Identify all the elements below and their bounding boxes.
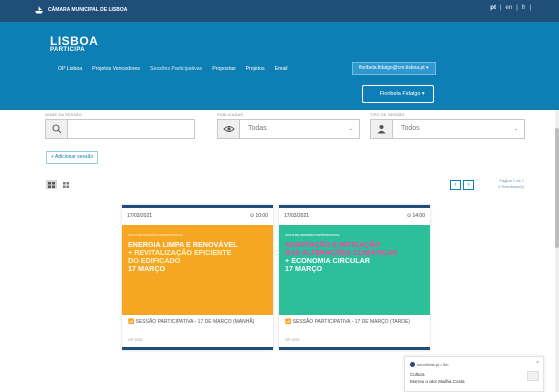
card-tag: OP 2021 bbox=[128, 338, 143, 342]
session-name-field[interactable] bbox=[45, 119, 195, 139]
brand-label: CÂMARA MUNICIPAL DE LISBOA bbox=[48, 7, 128, 13]
banner-series-label: CICLO DE SESSÕES PARTICIPATIVAS bbox=[285, 233, 340, 237]
chevron-down-icon: ⌄ bbox=[348, 126, 353, 132]
previous-page-button[interactable]: ‹ bbox=[450, 180, 461, 190]
nav-projetos-vencedores[interactable]: Projetos Vencedores bbox=[92, 65, 140, 73]
card-title-text: SESSÃO PARTICIPATIVA - 17 DE MARÇO (MANH… bbox=[135, 319, 255, 325]
site-header: LISBOA PARTICIPA OP Lisboa Projetos Venc… bbox=[0, 22, 559, 110]
lang-en[interactable]: en bbox=[506, 5, 513, 11]
user-icon: 👤 bbox=[371, 91, 379, 97]
eye-icon bbox=[218, 120, 240, 138]
session-type-value: Todos bbox=[401, 125, 420, 132]
session-card[interactable]: 17/03/2021 ⊙ 10:00 CICLO DE SESSÕES PART… bbox=[122, 205, 273, 350]
notification-thumbnail bbox=[527, 371, 539, 381]
card-title: 📶 SESSÃO PARTICIPATIVA - 17 DE MARÇO (MA… bbox=[128, 319, 268, 326]
card-bottom-bar bbox=[122, 347, 273, 350]
grid-view-icon[interactable] bbox=[46, 180, 57, 189]
close-icon[interactable]: × bbox=[536, 360, 539, 366]
user-email-menu[interactable]: floribela.fidalgo@cm-lisboa.pt ▾ bbox=[352, 62, 436, 75]
top-bar: CÂMARA MUNICIPAL DE LISBOA pt | en | fr … bbox=[0, 0, 559, 22]
banner-series-label: CICLO DE SESSÕES PARTICIPATIVAS bbox=[128, 233, 183, 237]
language-switcher: pt | en | fr | bbox=[490, 5, 531, 11]
session-card[interactable]: 17/03/2021 ⊙ 14:00 CICLO DE SESSÕES PART… bbox=[279, 205, 430, 350]
nav-email[interactable]: Email bbox=[275, 65, 288, 73]
lang-separator: | bbox=[529, 5, 531, 11]
news-notification[interactable]: sonoticias.pt • 9m Cultura Morreu o ator… bbox=[404, 356, 544, 392]
card-date: 17/03/2021 bbox=[284, 213, 310, 219]
session-type-label: TIPO DE SESSÃO bbox=[370, 113, 405, 117]
lang-fr[interactable]: fr bbox=[522, 5, 526, 11]
user-name-label: Floribela Fidalgo ▾ bbox=[379, 91, 425, 97]
logo-line-1: LISBOA bbox=[50, 34, 99, 48]
card-meta: 17/03/2021 ⊙ 14:00 bbox=[279, 208, 430, 222]
nav-projetos[interactable]: Projetos bbox=[246, 65, 265, 73]
chevron-down-icon: ⌄ bbox=[513, 126, 518, 132]
city-hall-brand[interactable]: CÂMARA MUNICIPAL DE LISBOA bbox=[34, 6, 127, 14]
main-nav: OP Lisboa Projetos Vencedores Sessões Pa… bbox=[58, 65, 298, 73]
card-title: 📶 SESSÃO PARTICIPATIVA - 17 DE MARÇO (TA… bbox=[285, 319, 425, 326]
notification-headline: Morreu o ator Mailha Costa bbox=[410, 379, 465, 384]
lang-separator: | bbox=[499, 5, 502, 11]
presenter-icon bbox=[371, 120, 393, 138]
search-icon bbox=[46, 120, 68, 138]
banner-date: 17 MARÇO bbox=[285, 264, 323, 273]
pagination: ‹ › bbox=[450, 180, 474, 190]
page-scrollbar[interactable] bbox=[555, 110, 559, 392]
page-info: Página 1 de 1 4 Resultado(s) bbox=[487, 178, 524, 190]
nav-propostas[interactable]: Propostas bbox=[212, 65, 235, 73]
card-banner: CICLO DE SESSÕES PARTICIPATIVAS ADAPTAÇÃ… bbox=[279, 225, 430, 315]
lisboa-participa-logo[interactable]: LISBOA PARTICIPA bbox=[50, 34, 99, 54]
nav-op-lisboa[interactable]: OP Lisboa bbox=[58, 65, 82, 73]
results-count: 4 Resultado(s) bbox=[497, 184, 524, 189]
card-time: ⊙ 14:00 bbox=[406, 213, 425, 219]
card-tag: OP 2021 bbox=[285, 338, 300, 342]
card-bottom-bar bbox=[279, 347, 430, 350]
wifi-icon: 📶 bbox=[285, 319, 292, 325]
scrollbar-thumb[interactable] bbox=[555, 128, 559, 248]
nav-sessoes-participativas[interactable]: Sessões Participativas bbox=[150, 65, 202, 73]
card-title-text: SESSÃO PARTICIPATIVA - 17 DE MARÇO (TARD… bbox=[292, 319, 410, 325]
list-view-icon[interactable] bbox=[60, 180, 71, 189]
next-page-button[interactable]: › bbox=[463, 180, 474, 190]
filters-bar: NOME DA SESSÃO PUBLICADAS Todas ⌄ TIPO D… bbox=[45, 113, 530, 143]
session-type-select[interactable]: Todos ⌄ bbox=[370, 119, 525, 139]
published-value: Todas bbox=[248, 125, 267, 132]
news-source-icon bbox=[410, 362, 415, 367]
card-banner: CICLO DE SESSÕES PARTICIPATIVAS ENERGIA … bbox=[122, 225, 273, 315]
published-label: PUBLICADAS bbox=[217, 113, 244, 117]
card-date: 17/03/2021 bbox=[127, 213, 153, 219]
add-session-button[interactable]: + Adicionar sessão bbox=[46, 151, 99, 164]
session-name-label: NOME DA SESSÃO bbox=[45, 113, 82, 117]
notification-source-label: sonoticias.pt • 9m bbox=[417, 362, 449, 367]
card-meta: 17/03/2021 ⊙ 10:00 bbox=[122, 208, 273, 222]
lang-separator: | bbox=[516, 5, 518, 11]
card-time: ⊙ 10:00 bbox=[249, 213, 268, 219]
user-name-dropdown[interactable]: 👤 Floribela Fidalgo ▾ bbox=[362, 85, 434, 103]
published-select[interactable]: Todas ⌄ bbox=[217, 119, 360, 139]
wifi-icon: 📶 bbox=[128, 319, 135, 325]
view-toggle bbox=[46, 180, 71, 189]
banner-date: 17 MARÇO bbox=[128, 264, 166, 273]
notification-source: sonoticias.pt • 9m bbox=[410, 362, 448, 367]
lang-pt[interactable]: pt bbox=[490, 5, 496, 11]
logo-line-2: PARTICIPA bbox=[50, 47, 86, 53]
notification-category: Cultura bbox=[410, 372, 425, 377]
ship-logo-icon bbox=[35, 6, 43, 14]
